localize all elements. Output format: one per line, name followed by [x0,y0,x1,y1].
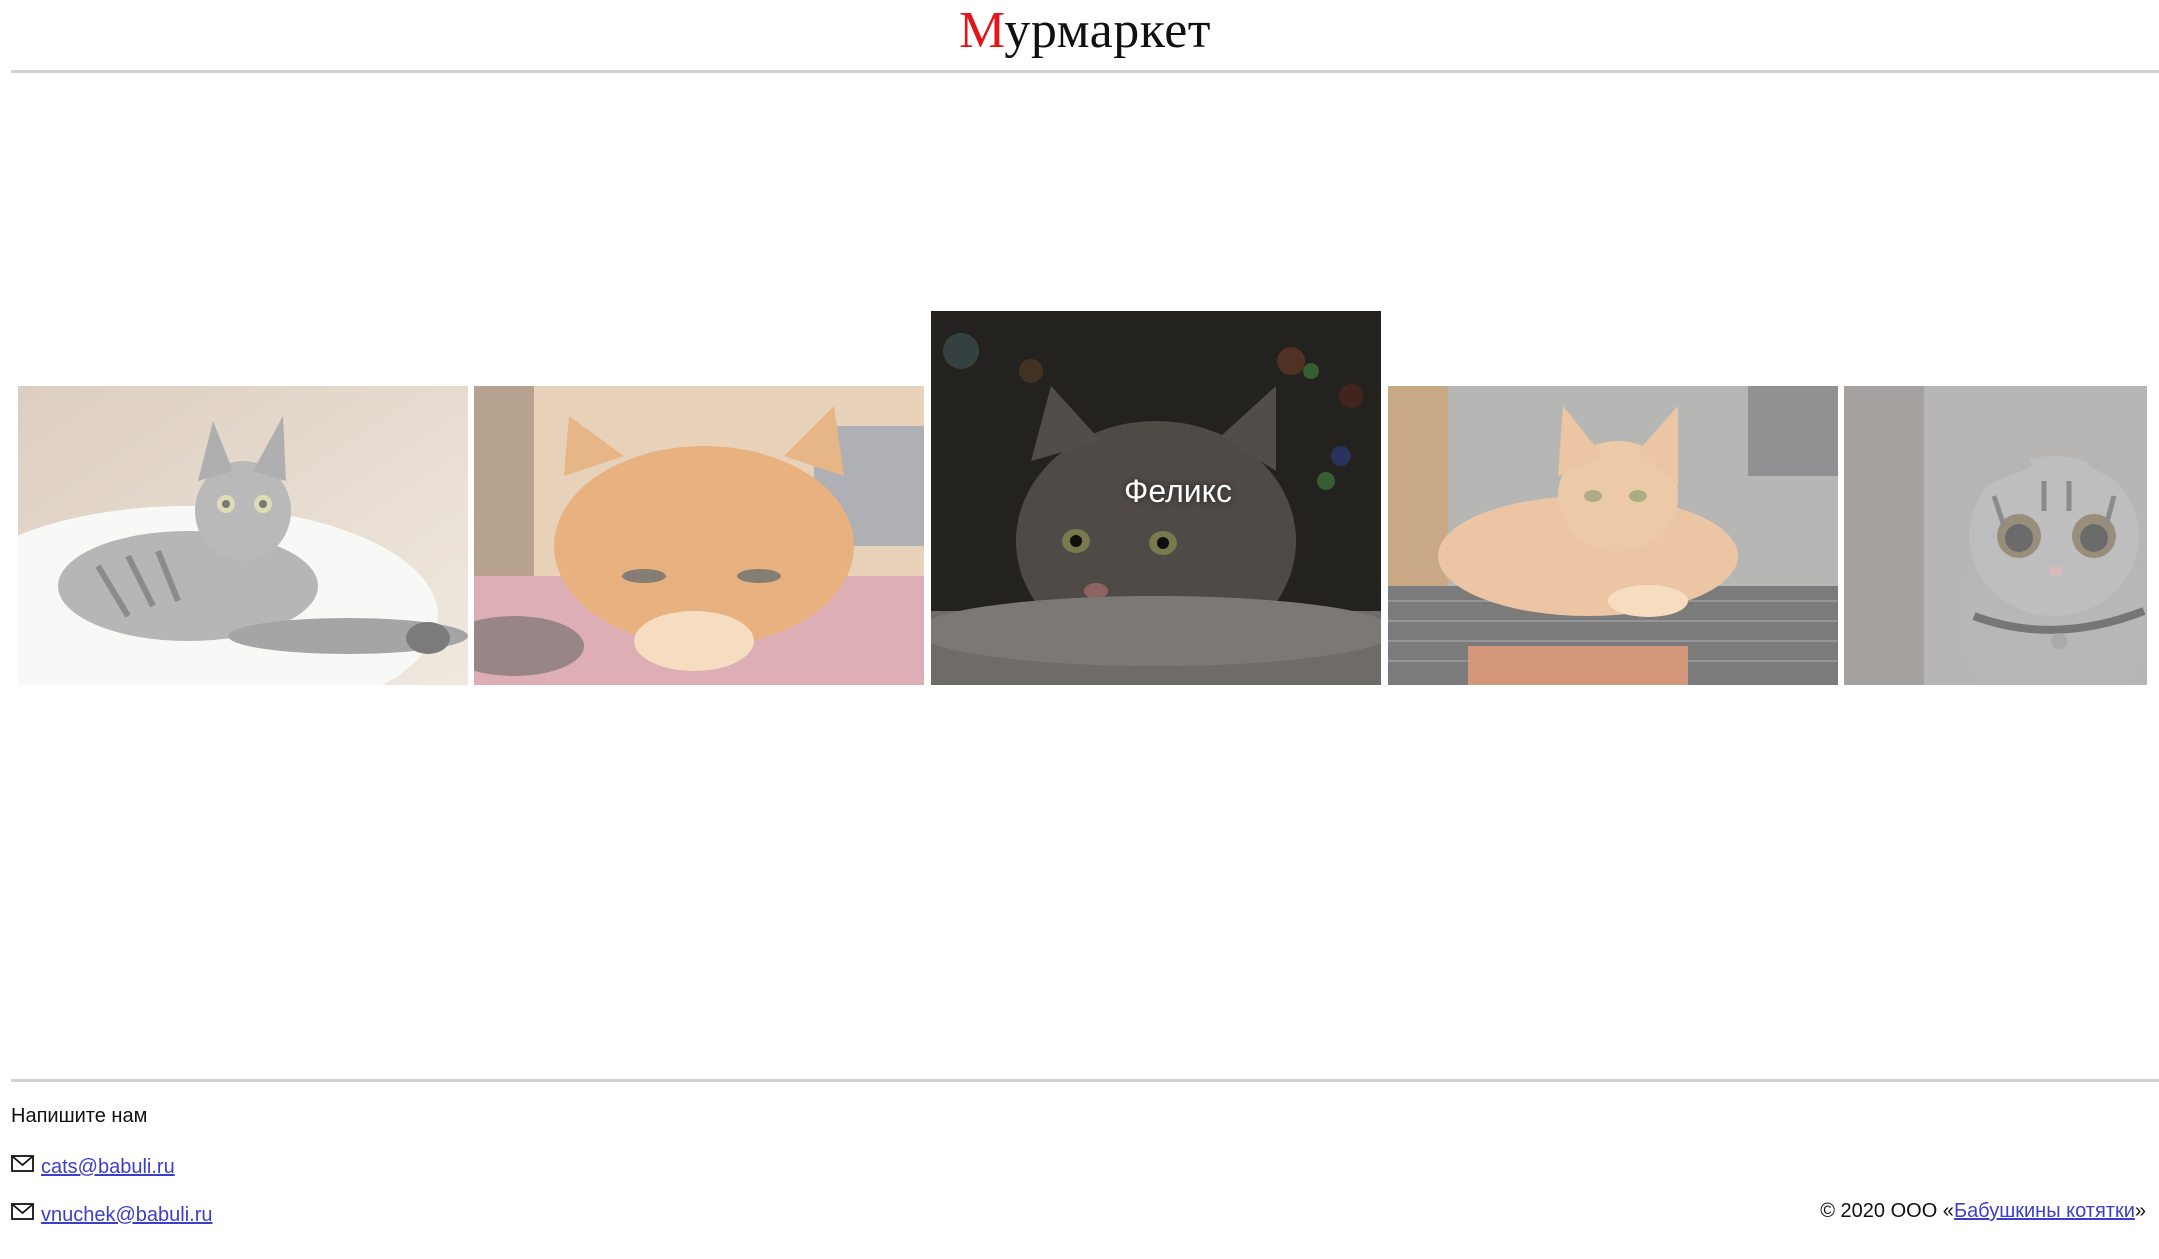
copyright: © 2020 ООО «Бабушкины котятки» [1820,1199,2146,1223]
mail-icon [11,1154,34,1172]
mail-icon [11,1202,34,1220]
cat-gallery: Феликс [0,0,2159,1259]
gallery-card-active[interactable]: Феликс [931,311,1381,685]
email-row: cats@babuli.ru [11,1154,175,1180]
contact-title: Напишите нам [11,1105,148,1127]
site-logo[interactable]: Мурмаркет [11,2,2159,60]
email-link[interactable]: cats@babuli.ru [41,1155,175,1179]
site-header: Мурмаркет [11,0,2159,73]
gallery-card[interactable] [18,386,468,685]
email-link[interactable]: vnuchek@babuli.ru [41,1203,213,1227]
site-footer: Напишите нам cats@babuli.ru vnuchek@babu… [11,1079,2159,1259]
logo-first-letter: М [958,2,1005,59]
gallery-card[interactable] [1844,386,2147,685]
copyright-suffix: » [2134,1200,2146,1222]
gallery-card[interactable] [1388,386,1838,685]
page: Мурмаркет Феликс Напишите нам cats@babul… [0,0,2159,1259]
company-link[interactable]: Бабушкины котятки [1954,1200,2135,1222]
gallery-card[interactable] [474,386,924,685]
copyright-prefix: © 2020 ООО « [1820,1200,1954,1222]
email-row: vnuchek@babuli.ru [11,1202,213,1228]
logo-rest: урмаркет [1004,2,1212,59]
card-caption: Феликс [1124,473,1232,509]
